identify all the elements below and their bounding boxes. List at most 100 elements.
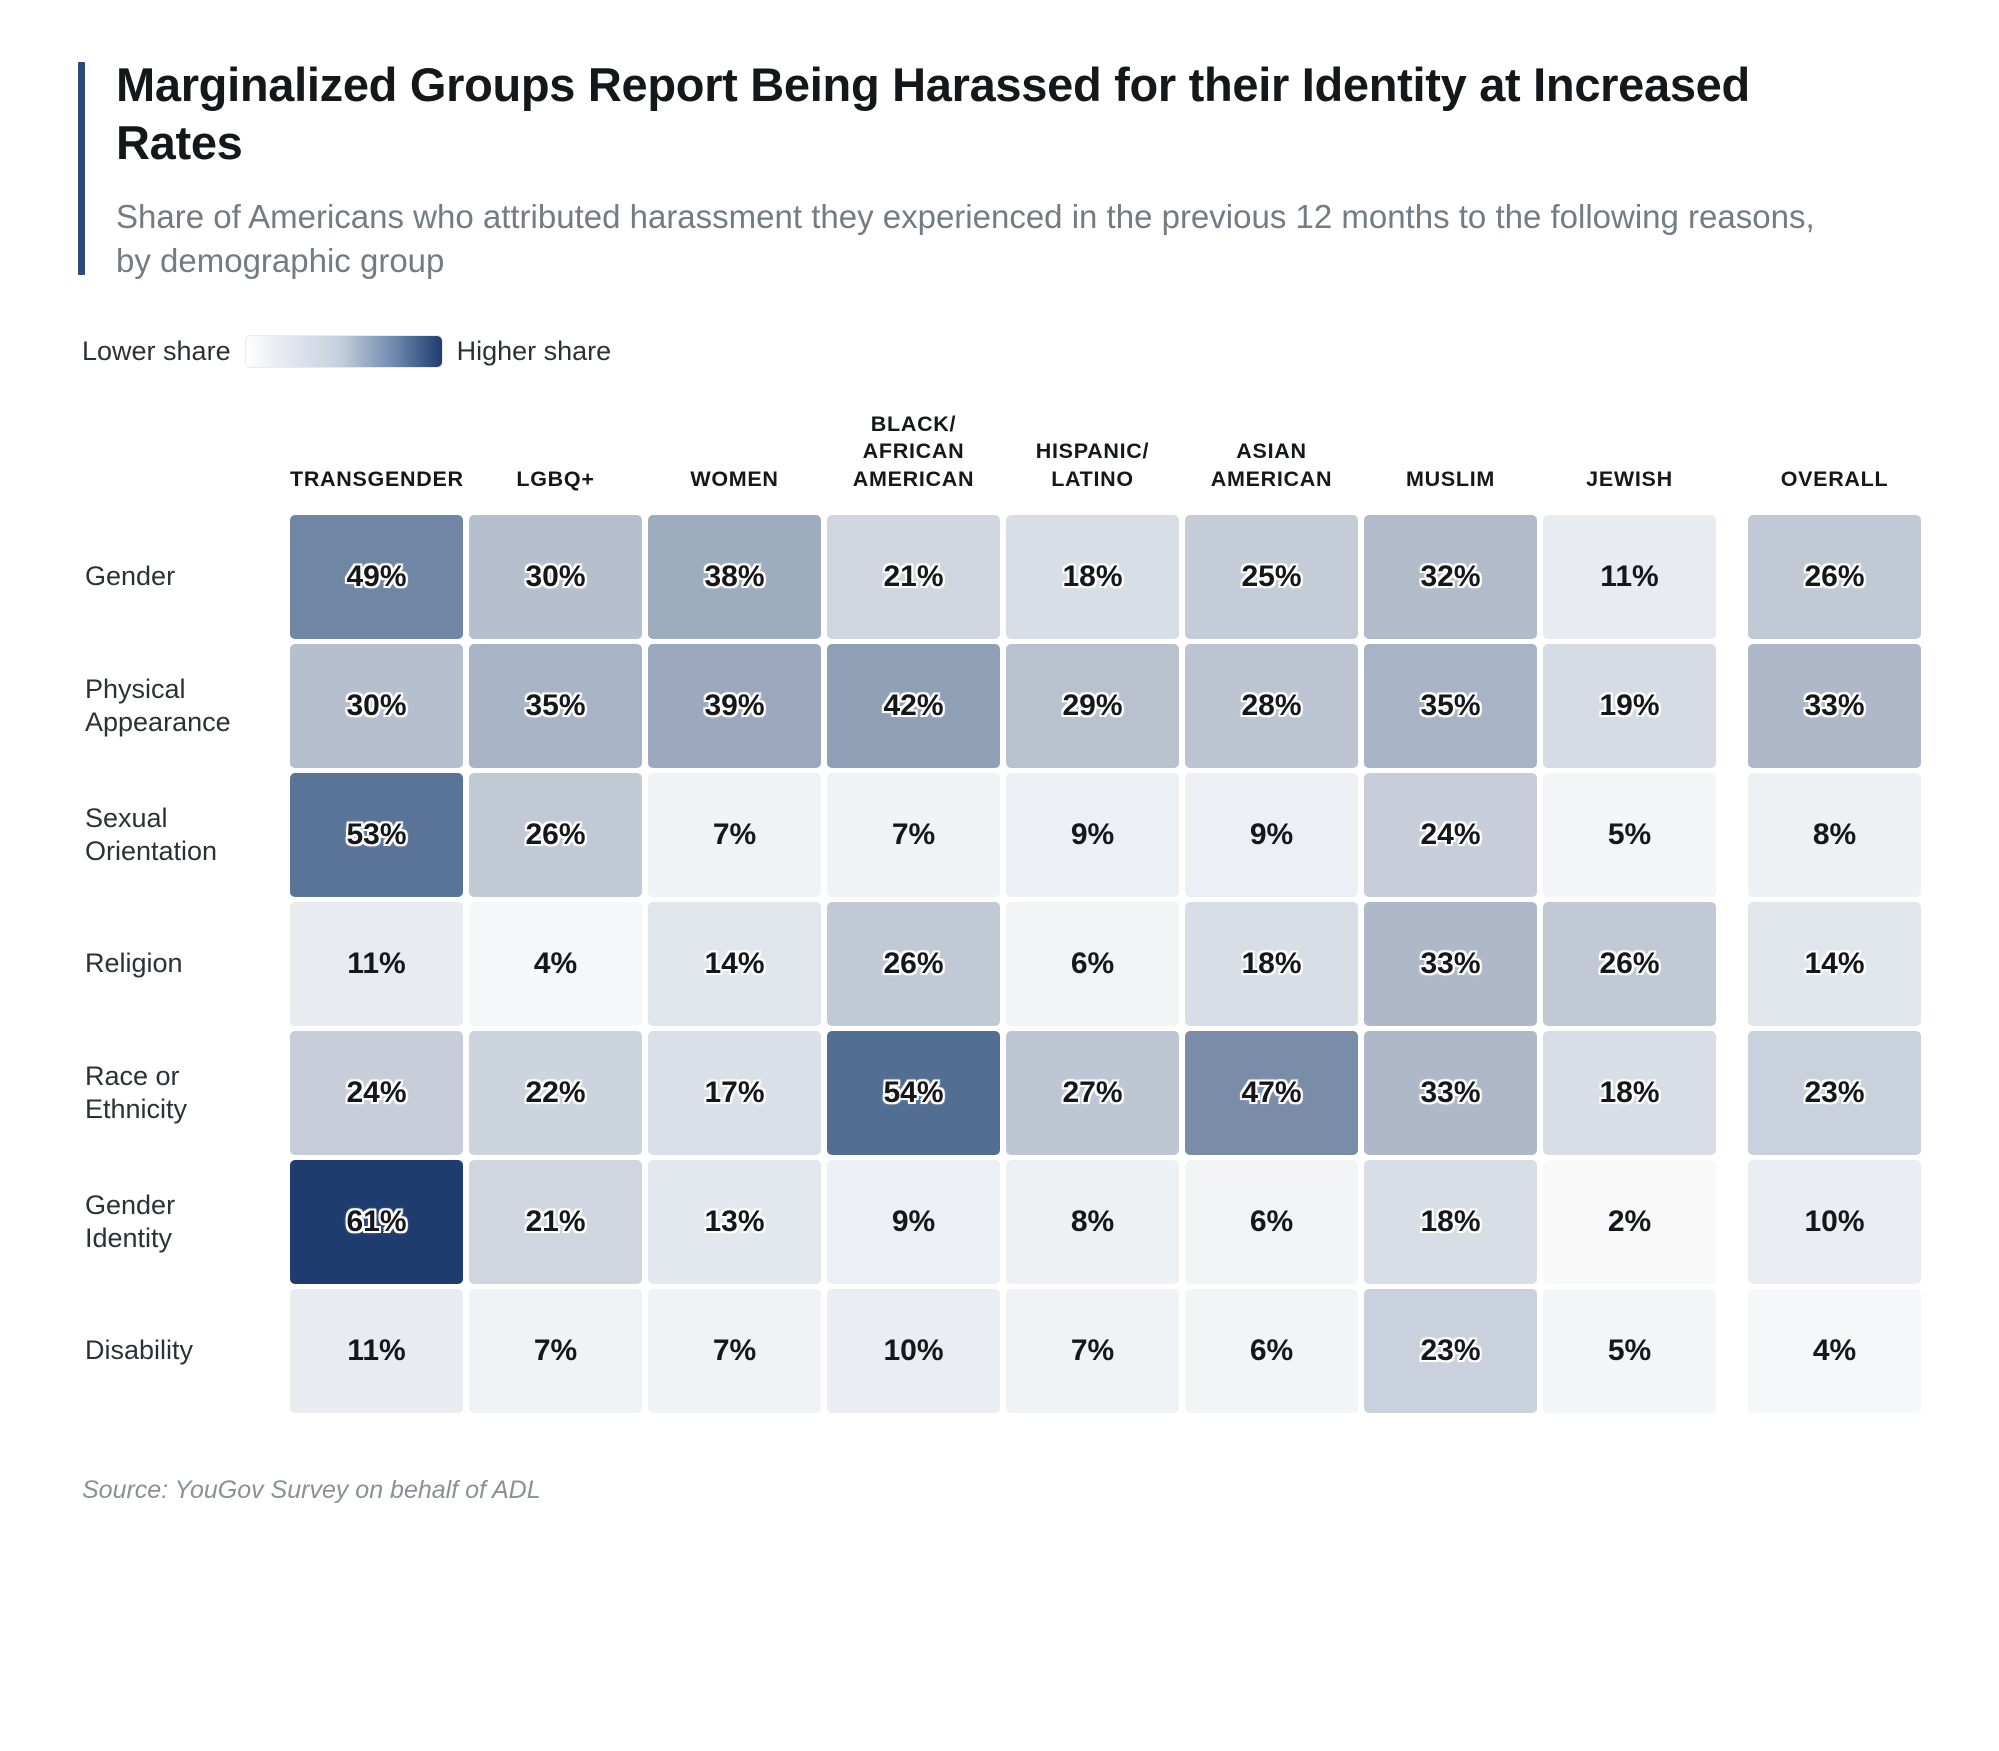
heatmap-cell-value: 61% bbox=[346, 1204, 407, 1238]
heatmap-cell: 61% bbox=[290, 1159, 463, 1284]
heatmap-cell: 29% bbox=[1006, 643, 1179, 768]
page-title: Marginalized Groups Report Being Harasse… bbox=[116, 58, 1750, 170]
heatmap-cell: 26% bbox=[469, 772, 642, 897]
heatmap-column-header: LGBQ+ bbox=[516, 467, 595, 491]
heatmap-cell-value: 26% bbox=[883, 946, 944, 980]
heatmap-cell-value: 10% bbox=[1804, 1204, 1865, 1238]
heatmap-cell-value: 7% bbox=[712, 1333, 757, 1367]
heatmap-row-label: Disability bbox=[85, 1335, 194, 1366]
heatmap-cell-value: 39% bbox=[704, 688, 765, 722]
heatmap-cell-value: 17% bbox=[704, 1075, 765, 1109]
heatmap-cell-value: 33% bbox=[1420, 946, 1481, 980]
heatmap-cell-value: 29% bbox=[1062, 688, 1123, 722]
heatmap-row-label: Sexual Orientation bbox=[85, 802, 218, 866]
chart-subtitle: Share of Americans who attributed harass… bbox=[116, 197, 1815, 279]
heatmap-cell: 33% bbox=[1364, 901, 1537, 1026]
heatmap-cell-value: 6% bbox=[1249, 1204, 1294, 1238]
color-legend: Lower share Higher share bbox=[82, 334, 1999, 368]
heatmap-cell-value: 26% bbox=[1804, 559, 1865, 593]
heatmap-cell: 14% bbox=[1748, 901, 1921, 1026]
heatmap-cell: 49% bbox=[290, 514, 463, 639]
heatmap-cell-value: 9% bbox=[891, 1204, 936, 1238]
heatmap-cell: 17% bbox=[648, 1030, 821, 1155]
heatmap-cell: 11% bbox=[290, 901, 463, 1026]
heatmap-column-header: WOMEN bbox=[690, 467, 779, 491]
heatmap-cell-value: 18% bbox=[1599, 1075, 1660, 1109]
heatmap-row-spacer bbox=[1722, 1160, 1742, 1284]
heatmap-column-header: MUSLIM bbox=[1406, 467, 1495, 491]
chart-header: Marginalized Groups Report Being Harasse… bbox=[78, 56, 1898, 283]
heatmap-cell-value: 23% bbox=[1420, 1333, 1481, 1367]
heatmap-cell-value: 47% bbox=[1241, 1075, 1302, 1109]
heatmap-cell: 7% bbox=[1006, 1288, 1179, 1413]
heatmap-column-header: OVERALL bbox=[1780, 467, 1889, 491]
heatmap-cell: 23% bbox=[1364, 1288, 1537, 1413]
heatmap-cell-value: 14% bbox=[1804, 946, 1865, 980]
heatmap-cell-value: 5% bbox=[1607, 1333, 1652, 1367]
heatmap-cell-value: 26% bbox=[1599, 946, 1660, 980]
heatmap-cell: 6% bbox=[1185, 1159, 1358, 1284]
heatmap-cell-value: 33% bbox=[1804, 688, 1865, 722]
heatmap-cell: 5% bbox=[1543, 1288, 1716, 1413]
heatmap-cell: 11% bbox=[1543, 514, 1716, 639]
heatmap-cell: 7% bbox=[648, 772, 821, 897]
heatmap-cell-value: 49% bbox=[346, 559, 407, 593]
heatmap-row: Disability 11% 7% 7% 10% 7% 6% 23% 5% 4% bbox=[84, 1288, 1921, 1413]
heatmap-cell: 5% bbox=[1543, 772, 1716, 897]
heatmap-cell-value: 30% bbox=[346, 688, 407, 722]
heatmap-column-spacer bbox=[1722, 411, 1742, 510]
heatmap-cell-value: 5% bbox=[1607, 817, 1652, 851]
heatmap-cell: 7% bbox=[827, 772, 1000, 897]
heatmap-cell-value: 54% bbox=[883, 1075, 944, 1109]
heatmap-cell-value: 24% bbox=[346, 1075, 407, 1109]
heatmap-cell: 24% bbox=[290, 1030, 463, 1155]
heatmap-container: TRANSGENDER LGBQ+ WOMEN BLACK/AFRICAN AMERIC… bbox=[0, 406, 1999, 1418]
chart-page: Marginalized Groups Report Being Harasse… bbox=[0, 0, 1999, 1751]
heatmap-cell: 9% bbox=[827, 1159, 1000, 1284]
heatmap-column-header: JEWISH bbox=[1586, 467, 1673, 491]
heatmap-row-label: Physical Appearance bbox=[85, 673, 231, 737]
heatmap-cell: 10% bbox=[827, 1288, 1000, 1413]
heatmap-row-spacer bbox=[1722, 902, 1742, 1026]
heatmap-row: Religion 11% 4% 14% 26% 6% 18% 33% 26% 14% bbox=[84, 901, 1921, 1026]
heatmap-row-label: Gender Identity bbox=[85, 1189, 176, 1253]
heatmap-cell: 42% bbox=[827, 643, 1000, 768]
heatmap-cell: 26% bbox=[827, 901, 1000, 1026]
heatmap-column-header: BLACK/AFRICAN AMERICAN bbox=[852, 411, 975, 491]
heatmap-cell: 26% bbox=[1543, 901, 1716, 1026]
heatmap-cell: 25% bbox=[1185, 514, 1358, 639]
heatmap-cell: 32% bbox=[1364, 514, 1537, 639]
heatmap-row-label: Race or Ethnicity bbox=[85, 1060, 188, 1124]
heatmap-cell: 33% bbox=[1748, 643, 1921, 768]
heatmap-cell-value: 2% bbox=[1607, 1204, 1652, 1238]
heatmap-table: TRANSGENDER LGBQ+ WOMEN BLACK/AFRICAN AMERIC… bbox=[78, 406, 1927, 1418]
heatmap-cell: 35% bbox=[469, 643, 642, 768]
heatmap-cell: 27% bbox=[1006, 1030, 1179, 1155]
heatmap-cell-value: 10% bbox=[883, 1333, 944, 1367]
heatmap-cell-value: 8% bbox=[1812, 817, 1857, 851]
heatmap-cell: 21% bbox=[469, 1159, 642, 1284]
heatmap-row: Physical Appearance 30% 35% 39% 42% 29% 28% 35% 1… bbox=[84, 643, 1921, 768]
heatmap-row-label: Gender bbox=[85, 561, 176, 592]
heatmap-cell-value: 24% bbox=[1420, 817, 1481, 851]
heatmap-cell-value: 53% bbox=[346, 817, 407, 851]
heatmap-cell: 9% bbox=[1006, 772, 1179, 897]
heatmap-cell-value: 35% bbox=[525, 688, 586, 722]
heatmap-cell: 14% bbox=[648, 901, 821, 1026]
heatmap-body: Gender 49% 30% 38% 21% 18% 25% 32% 11% 26% Physica… bbox=[84, 514, 1921, 1413]
heatmap-row: Sexual Orientation 53% 26% 7% 7% 9% 9% 24% 5% 8% bbox=[84, 772, 1921, 897]
heatmap-cell-value: 27% bbox=[1062, 1075, 1123, 1109]
heatmap-cell-value: 11% bbox=[347, 1333, 406, 1367]
heatmap-row-spacer bbox=[1722, 515, 1742, 639]
heatmap-cell-value: 18% bbox=[1420, 1204, 1481, 1238]
heatmap-cell: 33% bbox=[1364, 1030, 1537, 1155]
heatmap-cell: 4% bbox=[469, 901, 642, 1026]
heatmap-cell-value: 4% bbox=[533, 946, 578, 980]
heatmap-cell-value: 9% bbox=[1249, 817, 1294, 851]
heatmap-cell-value: 11% bbox=[347, 946, 406, 980]
heatmap-cell-value: 21% bbox=[525, 1204, 586, 1238]
heatmap-cell-value: 13% bbox=[704, 1204, 765, 1238]
heatmap-row: Gender Identity 61% 21% 13% 9% 8% 6% 18% 2% 10% bbox=[84, 1159, 1921, 1284]
heatmap-cell: 11% bbox=[290, 1288, 463, 1413]
heatmap-cell: 18% bbox=[1543, 1030, 1716, 1155]
